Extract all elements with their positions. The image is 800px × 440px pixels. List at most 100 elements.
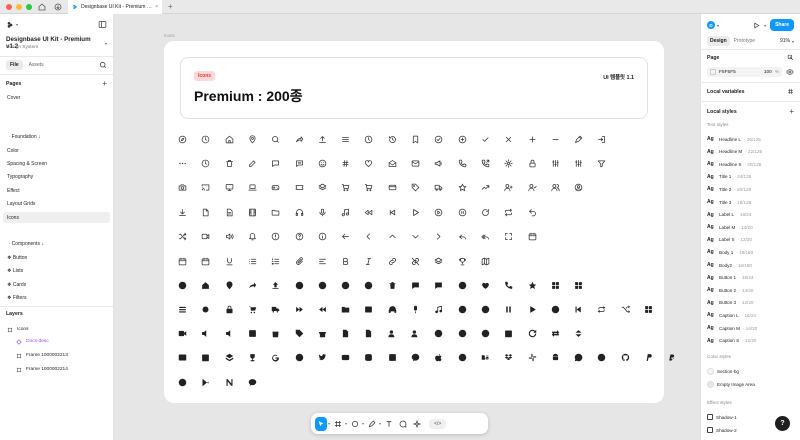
home-f-icon[interactable]: [201, 281, 211, 291]
close-f-icon[interactable]: [364, 281, 374, 291]
eye-icon[interactable]: [786, 68, 794, 76]
color-style-item[interactable]: Empty Image Area: [707, 379, 794, 389]
bookmark-icon[interactable]: [411, 135, 421, 145]
whatsapp-icon[interactable]: [574, 353, 584, 363]
cart-icon[interactable]: [341, 183, 351, 193]
variables-icon[interactable]: [787, 88, 794, 95]
music-f-icon[interactable]: [434, 305, 444, 315]
minus-icon[interactable]: [550, 135, 560, 145]
ticket-icon[interactable]: [294, 183, 304, 193]
truck-icon[interactable]: [434, 183, 444, 193]
more-icon[interactable]: [178, 159, 188, 169]
forward-f-icon[interactable]: [294, 305, 304, 315]
twitter-icon[interactable]: [317, 353, 327, 363]
check-circle-icon[interactable]: [434, 135, 444, 145]
smile-icon[interactable]: [317, 159, 327, 169]
mic-f-icon[interactable]: [411, 305, 421, 315]
layers-icon[interactable]: [434, 257, 444, 267]
pin-f-icon[interactable]: [224, 281, 234, 291]
calendar-icon[interactable]: [527, 232, 537, 242]
calendar-icon[interactable]: [178, 257, 188, 267]
maximize-window-button[interactable]: [26, 3, 32, 10]
phone-f-icon[interactable]: [504, 281, 514, 291]
gear-f-icon[interactable]: [201, 305, 211, 315]
paperclip-icon[interactable]: [294, 257, 304, 267]
play-circle-f-icon[interactable]: [550, 305, 560, 315]
user-circle-icon[interactable]: [574, 183, 584, 193]
hash-icon[interactable]: [341, 159, 351, 169]
film-f-icon[interactable]: [247, 329, 257, 339]
bell-icon[interactable]: [247, 232, 257, 242]
minimize-window-button[interactable]: [16, 3, 22, 10]
collapse-f-icon[interactable]: [574, 329, 584, 339]
doc-f-icon[interactable]: [341, 329, 351, 339]
close-window-button[interactable]: [6, 3, 12, 10]
chat-bubble-f-icon[interactable]: [247, 378, 257, 388]
lock-icon[interactable]: [527, 159, 537, 169]
upload-f-icon[interactable]: [271, 281, 281, 291]
text-style-item[interactable]: Ag Body 1 · 18/160: [707, 247, 794, 257]
facebook-icon[interactable]: [294, 353, 304, 363]
move-tool-button[interactable]: [315, 416, 327, 431]
tab-file[interactable]: File: [6, 60, 23, 70]
users-icon[interactable]: [550, 183, 560, 193]
upload-icon[interactable]: [317, 135, 327, 145]
page-item-selected[interactable]: Icons: [3, 212, 110, 223]
alert-icon[interactable]: [271, 232, 281, 242]
login-icon[interactable]: [597, 135, 607, 145]
frame-label[interactable]: Icons: [164, 33, 175, 38]
text-style-item[interactable]: Ag Headline S · 20/125: [707, 159, 794, 169]
info-icon[interactable]: [317, 232, 327, 242]
headphones-f-icon[interactable]: [387, 305, 397, 315]
help-f-icon[interactable]: [434, 329, 444, 339]
add-style-button[interactable]: +: [789, 107, 794, 116]
gamepad-icon[interactable]: [271, 183, 281, 193]
play-circle-icon[interactable]: [434, 208, 444, 218]
tag-f-icon[interactable]: [294, 329, 304, 339]
help-button[interactable]: ?: [775, 416, 790, 431]
trophy-f-icon[interactable]: [247, 353, 257, 363]
chevron-left-icon[interactable]: [364, 232, 374, 242]
dev-mode-toggle[interactable]: </>: [429, 418, 447, 429]
layer-item[interactable]: Icons: [3, 324, 110, 335]
plus-icon[interactable]: [527, 135, 537, 145]
local-variables-title[interactable]: Local variables: [707, 89, 745, 95]
page-item[interactable]: ❖ Button: [3, 252, 110, 263]
play-back-icon[interactable]: [364, 208, 374, 218]
chat-dots-icon[interactable]: [294, 159, 304, 169]
cart-f-icon[interactable]: [247, 305, 257, 315]
rewind-f-icon[interactable]: [317, 305, 327, 315]
refresh-icon[interactable]: [480, 208, 490, 218]
messenger-icon[interactable]: [411, 353, 421, 363]
actions-tool-button[interactable]: [411, 417, 423, 431]
text-style-item[interactable]: Ag Button 1 · 16/24: [707, 273, 794, 283]
smile-f-icon[interactable]: [457, 281, 467, 291]
page-item[interactable]: Color: [3, 145, 110, 156]
chat-icon[interactable]: [271, 159, 281, 169]
clock-icon[interactable]: [364, 135, 374, 145]
page-item[interactable]: Typography: [3, 171, 110, 182]
android-icon[interactable]: [550, 353, 560, 363]
file-icon[interactable]: [201, 208, 211, 218]
sliders-icon[interactable]: [574, 159, 584, 169]
share-button[interactable]: Share: [770, 19, 794, 31]
megaphone-icon[interactable]: [434, 159, 444, 169]
main-menu-button[interactable]: ▾: [6, 21, 18, 29]
bag-f-icon[interactable]: [271, 329, 281, 339]
shape-tool-button[interactable]: [349, 417, 361, 431]
headphones-icon[interactable]: [294, 208, 304, 218]
check-f-icon[interactable]: [317, 281, 327, 291]
clock-dash-icon[interactable]: [201, 159, 211, 169]
user-f-icon[interactable]: [457, 305, 467, 315]
user-f-icon[interactable]: [480, 305, 490, 315]
text-style-item[interactable]: Ag Body2 · 16/160: [707, 260, 794, 270]
reply-all-icon[interactable]: [480, 232, 490, 242]
skip-f-icon[interactable]: [574, 305, 584, 315]
map-icon[interactable]: [480, 257, 490, 267]
star-f-icon[interactable]: [527, 281, 537, 291]
user-check-icon[interactable]: [527, 183, 537, 193]
safari-icon[interactable]: [178, 378, 188, 388]
page-item[interactable]: Layout Grids: [3, 198, 110, 209]
repeat-icon[interactable]: [504, 208, 514, 218]
chevron-down-icon[interactable]: ▾: [379, 421, 381, 426]
